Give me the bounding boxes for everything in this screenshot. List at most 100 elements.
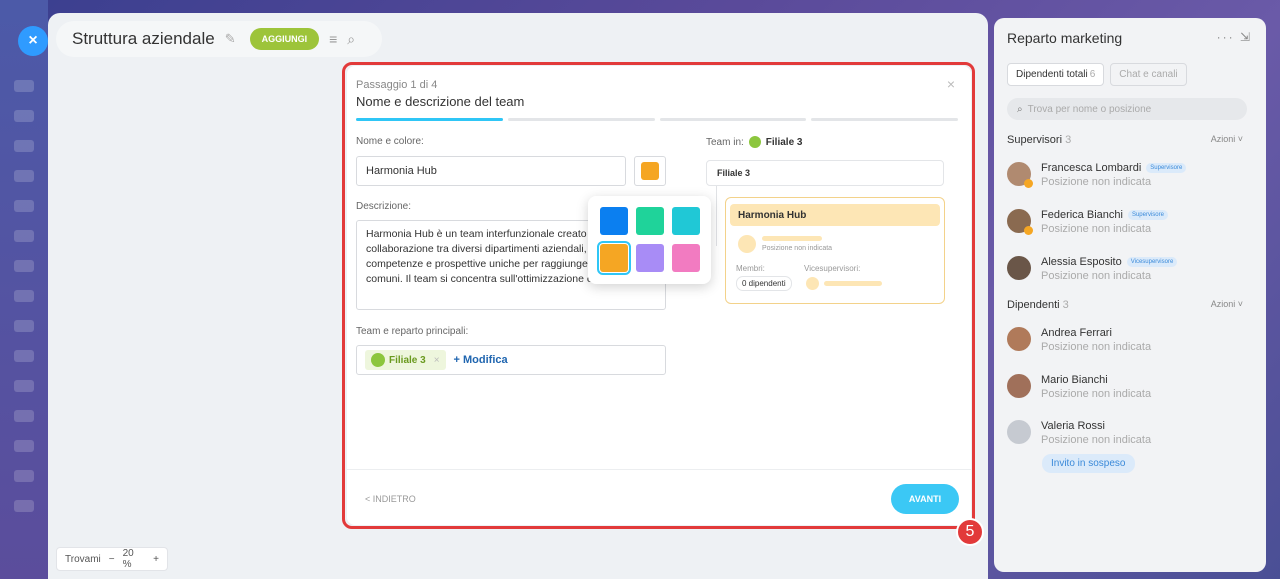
- rail-icon[interactable]: [14, 200, 34, 212]
- panel-tabs: Dipendenti totali 6 Chat e canali: [1007, 63, 1187, 86]
- list-item[interactable]: Francesca Lombardi Supervisore Posizione …: [1007, 162, 1187, 188]
- main-header: Struttura aziendale ✎ AGGIUNGI ≡ ⌕: [56, 21, 382, 57]
- search-icon: ⌕: [1017, 103, 1023, 115]
- vice-label: Vicesupervisori:: [804, 264, 861, 273]
- rail-icon[interactable]: [14, 320, 34, 332]
- parent-selector: Filiale 3 × + Modifica: [356, 345, 666, 375]
- rail-icon[interactable]: [14, 140, 34, 152]
- progress-segment: [356, 118, 503, 121]
- members-count: 0 dipendenti: [736, 276, 792, 291]
- team-preview-card: Harmonia Hub Posizione non indicata Memb…: [725, 197, 945, 304]
- rail-icon[interactable]: [14, 380, 34, 392]
- zoom-out-button[interactable]: −: [109, 554, 115, 565]
- role-badge: Vicesupervisore: [1126, 257, 1178, 267]
- step-progress: [356, 118, 958, 121]
- color-option-teal[interactable]: [672, 207, 700, 235]
- rail-icon[interactable]: [14, 350, 34, 362]
- list-item[interactable]: Alessia Esposito Vicesupervisore Posizion…: [1007, 256, 1178, 282]
- back-button[interactable]: < INDIETRO: [365, 494, 416, 504]
- avatar: [1007, 162, 1033, 188]
- search-icon[interactable]: ⌕: [347, 31, 355, 48]
- members-label: Membri:: [736, 264, 765, 273]
- color-option-green[interactable]: [636, 207, 664, 235]
- list-item[interactable]: Federica Bianchi Supervisore Posizione no…: [1007, 209, 1168, 235]
- rail-icon[interactable]: [14, 500, 34, 512]
- avatar: [1007, 420, 1031, 444]
- zoom-control: Trovami − 20 % +: [56, 547, 168, 571]
- color-option-blue[interactable]: [600, 207, 628, 235]
- actions-dropdown[interactable]: Azioni ˅: [1211, 134, 1243, 146]
- employees-header: Dipendenti 3 Azioni ˅: [1007, 299, 1243, 311]
- step-number-badge: 5: [956, 518, 984, 546]
- tree-connector: [716, 186, 717, 246]
- placeholder-bar: [824, 281, 882, 286]
- placeholder-bar: [762, 236, 822, 241]
- rail-icon[interactable]: [14, 470, 34, 482]
- progress-segment: [659, 118, 807, 121]
- search-input[interactable]: ⌕ Trova per nome o posizione: [1007, 98, 1247, 120]
- list-item[interactable]: Valeria Rossi Posizione non indicata: [1007, 420, 1151, 446]
- team-name-field[interactable]: Harmonia Hub: [356, 156, 626, 186]
- actions-dropdown[interactable]: Azioni ˅: [1211, 299, 1243, 311]
- rail-icon[interactable]: [14, 80, 34, 92]
- zoom-value: 20 %: [122, 548, 134, 570]
- modify-link[interactable]: + Modifica: [454, 354, 508, 366]
- avatar: [738, 235, 756, 253]
- menu-icon[interactable]: ≡: [329, 31, 337, 47]
- rail-icon[interactable]: [14, 260, 34, 272]
- rail-icon[interactable]: [14, 110, 34, 122]
- progress-segment: [811, 118, 958, 121]
- avatar: [1007, 209, 1033, 235]
- role-badge: Supervisore: [1146, 163, 1187, 173]
- remove-chip-icon[interactable]: ×: [434, 355, 440, 366]
- pending-invite-badge: Invito in sospeso: [1042, 454, 1135, 473]
- rail-icon[interactable]: [14, 440, 34, 452]
- panel-title: Reparto marketing: [1007, 30, 1123, 46]
- next-button[interactable]: AVANTI: [891, 484, 959, 514]
- card-position: Posizione non indicata: [762, 245, 833, 252]
- list-item[interactable]: Andrea Ferrari Posizione non indicata: [1007, 327, 1151, 353]
- avatar: [1007, 374, 1031, 398]
- description-label: Descrizione:: [356, 201, 412, 212]
- page-title: Struttura aziendale: [72, 29, 215, 48]
- rail-icon[interactable]: [14, 170, 34, 182]
- department-icon: [748, 136, 761, 148]
- parent-chip[interactable]: Filiale 3 ×: [365, 350, 446, 370]
- selected-color-swatch: [641, 162, 659, 180]
- list-item[interactable]: Mario Bianchi Posizione non indicata: [1007, 374, 1151, 400]
- avatar: [806, 277, 819, 290]
- name-label: Nome e colore:: [356, 136, 424, 147]
- color-palette: [588, 196, 711, 284]
- team-in-label: Team in: Filiale 3: [706, 136, 803, 148]
- card-title: Harmonia Hub: [730, 204, 940, 226]
- role-badge: Supervisore: [1127, 210, 1168, 220]
- color-option-orange[interactable]: [597, 241, 631, 275]
- close-icon[interactable]: ×: [947, 76, 955, 92]
- left-rail: [0, 0, 48, 579]
- dialog-footer-divider: [347, 469, 971, 470]
- step-indicator: Passaggio 1 di 4: [356, 79, 438, 91]
- color-option-purple[interactable]: [636, 244, 664, 272]
- department-icon: [371, 353, 385, 367]
- tab-employees[interactable]: Dipendenti totali 6: [1007, 63, 1105, 86]
- rail-icon[interactable]: [14, 410, 34, 422]
- right-panel: Reparto marketing ··· ⇲ Dipendenti total…: [994, 18, 1266, 572]
- tab-chats[interactable]: Chat e canali: [1110, 63, 1187, 86]
- find-me-button[interactable]: Trovami: [65, 554, 101, 565]
- more-icon[interactable]: ··· ⇲: [1217, 30, 1252, 44]
- color-picker-button[interactable]: [634, 156, 666, 186]
- rail-icon[interactable]: [14, 290, 34, 302]
- color-option-pink[interactable]: [672, 244, 700, 272]
- rail-icon[interactable]: [14, 230, 34, 242]
- add-button[interactable]: AGGIUNGI: [249, 28, 320, 50]
- dialog-title: Nome e descrizione del team: [356, 94, 525, 109]
- parent-label: Team e reparto principali:: [356, 326, 469, 337]
- avatar: [1007, 327, 1031, 351]
- tree-root-node: Filiale 3: [706, 160, 944, 186]
- pin-icon[interactable]: ✎: [225, 31, 236, 47]
- crown-icon: [1024, 226, 1033, 235]
- zoom-in-button[interactable]: +: [153, 554, 159, 565]
- supervisors-header: Supervisori 3 Azioni ˅: [1007, 134, 1243, 146]
- progress-segment: [507, 118, 655, 121]
- close-icon[interactable]: ×: [18, 26, 48, 56]
